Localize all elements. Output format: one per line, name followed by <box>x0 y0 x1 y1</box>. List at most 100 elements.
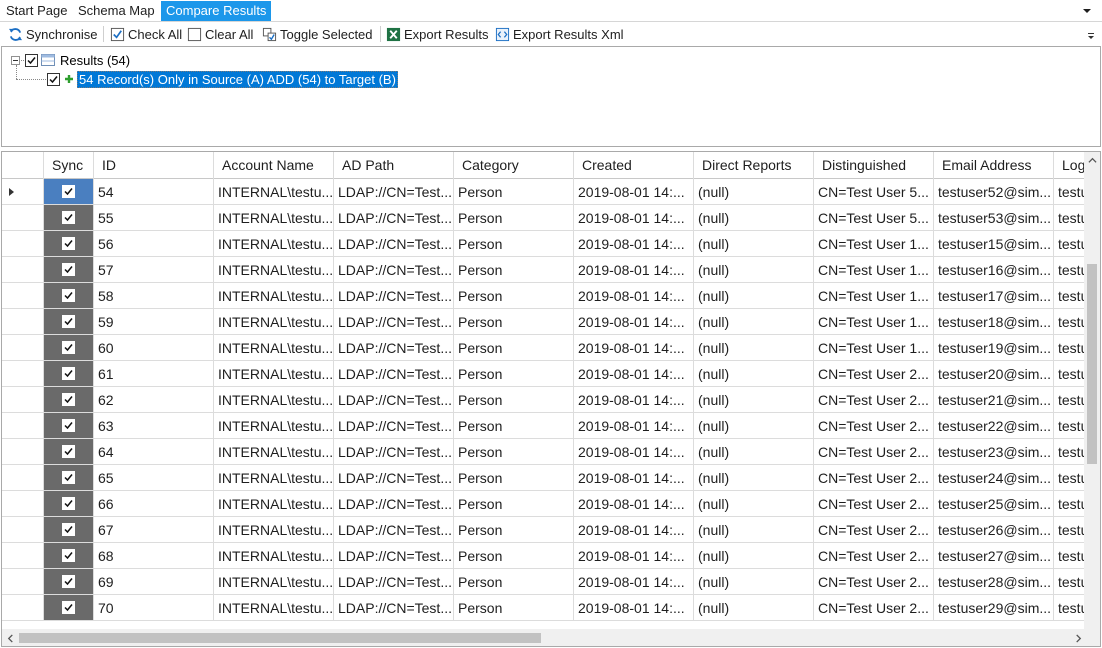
cell-distinguished[interactable]: CN=Test User 1... <box>814 335 934 361</box>
cell-email-address[interactable]: testuser22@sim... <box>934 413 1054 439</box>
cell-category[interactable]: Person <box>454 413 574 439</box>
check-all-button[interactable]: Check All <box>110 25 182 43</box>
cell-direct-reports[interactable]: (null) <box>694 517 814 543</box>
cell-ad-path[interactable]: LDAP://CN=Test... <box>334 543 454 569</box>
cell-logo[interactable]: testu <box>1054 413 1086 439</box>
table-row[interactable]: 58 INTERNAL\testu... LDAP://CN=Test... Pers… <box>2 283 1086 309</box>
cell-id[interactable]: 60 <box>94 335 214 361</box>
scroll-left-icon[interactable] <box>2 630 18 646</box>
sync-checkbox[interactable] <box>62 601 75 614</box>
column-header-email-address[interactable]: Email Address <box>934 152 1054 179</box>
cell-category[interactable]: Person <box>454 439 574 465</box>
cell-ad-path[interactable]: LDAP://CN=Test... <box>334 387 454 413</box>
synchronise-button[interactable]: Synchronise <box>8 25 98 43</box>
cell-account-name[interactable]: INTERNAL\testu... <box>214 465 334 491</box>
cell-email-address[interactable]: testuser18@sim... <box>934 309 1054 335</box>
cell-id[interactable]: 61 <box>94 361 214 387</box>
table-row[interactable]: 64 INTERNAL\testu... LDAP://CN=Test... Pers… <box>2 439 1086 465</box>
sync-checkbox[interactable] <box>62 263 75 276</box>
cell-account-name[interactable]: INTERNAL\testu... <box>214 491 334 517</box>
row-header[interactable] <box>2 543 44 569</box>
cell-distinguished[interactable]: CN=Test User 2... <box>814 439 934 465</box>
row-header[interactable] <box>2 335 44 361</box>
cell-category[interactable]: Person <box>454 257 574 283</box>
cell-account-name[interactable]: INTERNAL\testu... <box>214 413 334 439</box>
cell-direct-reports[interactable]: (null) <box>694 335 814 361</box>
row-header[interactable] <box>2 309 44 335</box>
cell-distinguished[interactable]: CN=Test User 2... <box>814 543 934 569</box>
tree-node-add-records[interactable]: 54 Record(s) Only in Source (A) ADD (54)… <box>47 70 398 88</box>
cell-distinguished[interactable]: CN=Test User 1... <box>814 231 934 257</box>
table-row[interactable]: 70 INTERNAL\testu... LDAP://CN=Test... Pers… <box>2 595 1086 621</box>
table-row[interactable]: 68 INTERNAL\testu... LDAP://CN=Test... Pers… <box>2 543 1086 569</box>
cell-email-address[interactable]: testuser17@sim... <box>934 283 1054 309</box>
sync-checkbox[interactable] <box>62 471 75 484</box>
cell-direct-reports[interactable]: (null) <box>694 569 814 595</box>
cell-logo[interactable]: testu <box>1054 205 1086 231</box>
cell-created[interactable]: 2019-08-01 14:... <box>574 491 694 517</box>
cell-id[interactable]: 68 <box>94 543 214 569</box>
cell-id[interactable]: 57 <box>94 257 214 283</box>
cell-distinguished[interactable]: CN=Test User 1... <box>814 257 934 283</box>
tree-node-results[interactable]: Results (54) <box>11 51 130 69</box>
cell-direct-reports[interactable]: (null) <box>694 595 814 621</box>
vertical-scrollbar[interactable] <box>1084 152 1100 629</box>
row-header[interactable] <box>2 231 44 257</box>
cell-created[interactable]: 2019-08-01 14:... <box>574 179 694 205</box>
cell-email-address[interactable]: testuser19@sim... <box>934 335 1054 361</box>
cell-created[interactable]: 2019-08-01 14:... <box>574 413 694 439</box>
sync-checkbox[interactable] <box>62 575 75 588</box>
cell-distinguished[interactable]: CN=Test User 2... <box>814 387 934 413</box>
cell-category[interactable]: Person <box>454 569 574 595</box>
cell-direct-reports[interactable]: (null) <box>694 387 814 413</box>
cell-direct-reports[interactable]: (null) <box>694 491 814 517</box>
row-header[interactable] <box>2 595 44 621</box>
cell-category[interactable]: Person <box>454 335 574 361</box>
cell-created[interactable]: 2019-08-01 14:... <box>574 309 694 335</box>
row-header[interactable] <box>2 413 44 439</box>
table-row[interactable]: 65 INTERNAL\testu... LDAP://CN=Test... Pers… <box>2 465 1086 491</box>
cell-created[interactable]: 2019-08-01 14:... <box>574 283 694 309</box>
cell-direct-reports[interactable]: (null) <box>694 413 814 439</box>
cell-created[interactable]: 2019-08-01 14:... <box>574 231 694 257</box>
cell-distinguished[interactable]: CN=Test User 5... <box>814 179 934 205</box>
cell-ad-path[interactable]: LDAP://CN=Test... <box>334 361 454 387</box>
cell-ad-path[interactable]: LDAP://CN=Test... <box>334 517 454 543</box>
cell-direct-reports[interactable]: (null) <box>694 257 814 283</box>
sync-checkbox[interactable] <box>62 237 75 250</box>
export-results-xml-button[interactable]: Export Results Xml <box>495 25 624 43</box>
cell-email-address[interactable]: testuser52@sim... <box>934 179 1054 205</box>
table-row[interactable]: 69 INTERNAL\testu... LDAP://CN=Test... Pers… <box>2 569 1086 595</box>
cell-category[interactable]: Person <box>454 179 574 205</box>
cell-direct-reports[interactable]: (null) <box>694 205 814 231</box>
table-row[interactable]: 63 INTERNAL\testu... LDAP://CN=Test... Pers… <box>2 413 1086 439</box>
cell-category[interactable]: Person <box>454 543 574 569</box>
cell-distinguished[interactable]: CN=Test User 1... <box>814 283 934 309</box>
cell-account-name[interactable]: INTERNAL\testu... <box>214 335 334 361</box>
cell-category[interactable]: Person <box>454 361 574 387</box>
column-header-direct-reports[interactable]: Direct Reports <box>694 152 814 179</box>
cell-email-address[interactable]: testuser23@sim... <box>934 439 1054 465</box>
clear-all-button[interactable]: Clear All <box>187 25 253 43</box>
row-header[interactable] <box>2 569 44 595</box>
cell-distinguished[interactable]: CN=Test User 2... <box>814 465 934 491</box>
table-row[interactable]: 66 INTERNAL\testu... LDAP://CN=Test... Pers… <box>2 491 1086 517</box>
cell-id[interactable]: 69 <box>94 569 214 595</box>
cell-ad-path[interactable]: LDAP://CN=Test... <box>334 179 454 205</box>
cell-email-address[interactable]: testuser21@sim... <box>934 387 1054 413</box>
cell-category[interactable]: Person <box>454 595 574 621</box>
sync-checkbox[interactable] <box>62 393 75 406</box>
table-row[interactable]: 61 INTERNAL\testu... LDAP://CN=Test... Pers… <box>2 361 1086 387</box>
cell-logo[interactable]: testu <box>1054 465 1086 491</box>
column-header-created[interactable]: Created <box>574 152 694 179</box>
cell-created[interactable]: 2019-08-01 14:... <box>574 569 694 595</box>
horizontal-scrollbar[interactable] <box>2 629 1086 646</box>
cell-distinguished[interactable]: CN=Test User 2... <box>814 413 934 439</box>
cell-email-address[interactable]: testuser20@sim... <box>934 361 1054 387</box>
cell-id[interactable]: 70 <box>94 595 214 621</box>
sync-checkbox[interactable] <box>62 315 75 328</box>
cell-logo[interactable]: testu <box>1054 517 1086 543</box>
cell-distinguished[interactable]: CN=Test User 2... <box>814 491 934 517</box>
cell-distinguished[interactable]: CN=Test User 5... <box>814 205 934 231</box>
cell-id[interactable]: 66 <box>94 491 214 517</box>
